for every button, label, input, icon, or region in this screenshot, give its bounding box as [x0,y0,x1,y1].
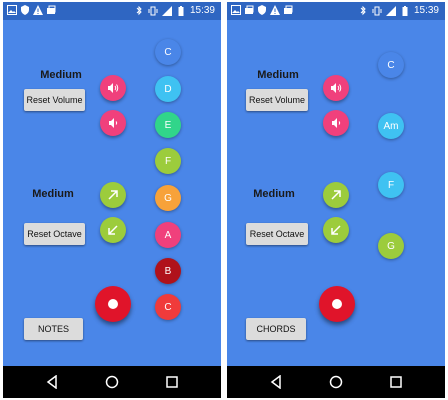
volume-level-label: Medium [257,69,299,81]
home-icon[interactable] [329,375,343,389]
phone-screen-notes: 15:39 Medium Reset Volume Medium Reset O… [3,2,221,398]
back-icon[interactable] [269,375,283,389]
vibrate-icon [148,6,158,16]
signal-icon [385,6,396,16]
reset-octave-button[interactable]: Reset Octave [24,223,85,245]
record-button[interactable] [319,286,355,322]
volume-up-icon [331,83,342,93]
arrow-down-left-icon [108,225,118,235]
bluetooth-icon [136,6,142,16]
record-button[interactable] [95,286,131,322]
note-key-c-high[interactable]: C [155,294,181,320]
note-key-a[interactable]: A [155,222,181,248]
photos-icon [245,5,254,14]
octave-level-label: Medium [253,188,295,200]
note-key-c[interactable]: C [155,39,181,65]
volume-up-button[interactable] [100,75,126,101]
arrow-down-left-icon [331,225,341,235]
photos-icon [284,5,293,14]
note-key-g[interactable]: G [155,185,181,211]
record-icon [108,299,118,309]
chord-key-am[interactable]: Am [378,113,404,139]
battery-icon [402,6,408,16]
note-key-e[interactable]: E [155,112,181,138]
volume-down-button[interactable] [323,110,349,136]
chord-key-f[interactable]: F [378,172,404,198]
reset-volume-button[interactable]: Reset Volume [24,89,85,111]
photos-icon [47,5,56,14]
volume-down-button[interactable] [100,110,126,136]
notes-mode-button[interactable]: NOTES [24,318,83,340]
recents-icon[interactable] [165,375,179,389]
chord-key-g[interactable]: G [378,233,404,259]
vibrate-icon [372,6,382,16]
status-time: 15:39 [413,5,439,16]
volume-up-icon [108,83,119,93]
battery-icon [178,6,184,16]
warning-icon [270,5,280,15]
status-bar: 15:39 [227,2,445,20]
back-icon[interactable] [45,375,59,389]
navigation-bar [3,366,221,398]
octave-down-button[interactable] [323,217,349,243]
status-bar: 15:39 [3,2,221,20]
phone-screen-chords: 15:39 Medium Reset Volume Medium Reset O… [227,2,445,398]
octave-up-button[interactable] [323,182,349,208]
note-key-f[interactable]: F [155,148,181,174]
reset-volume-button[interactable]: Reset Volume [246,89,308,111]
recents-icon[interactable] [389,375,403,389]
warning-icon [33,5,43,15]
volume-down-icon [109,118,118,128]
octave-level-label: Medium [32,188,74,200]
octave-down-button[interactable] [100,217,126,243]
image-icon [7,5,17,15]
chords-mode-button[interactable]: CHORDS [246,318,306,340]
volume-down-icon [332,118,341,128]
note-key-d[interactable]: D [155,76,181,102]
image-icon [231,5,241,15]
navigation-bar [227,366,445,398]
signal-icon [161,6,172,16]
reset-octave-button[interactable]: Reset Octave [246,223,308,245]
shield-icon [21,5,29,15]
volume-level-label: Medium [40,69,82,81]
arrow-up-right-icon [331,190,341,200]
status-time: 15:39 [189,5,215,16]
volume-up-button[interactable] [323,75,349,101]
note-key-b[interactable]: B [155,258,181,284]
home-icon[interactable] [105,375,119,389]
octave-up-button[interactable] [100,182,126,208]
arrow-up-right-icon [108,190,118,200]
chord-key-c[interactable]: C [378,52,404,78]
record-icon [332,299,342,309]
shield-icon [258,5,266,15]
bluetooth-icon [360,6,366,16]
